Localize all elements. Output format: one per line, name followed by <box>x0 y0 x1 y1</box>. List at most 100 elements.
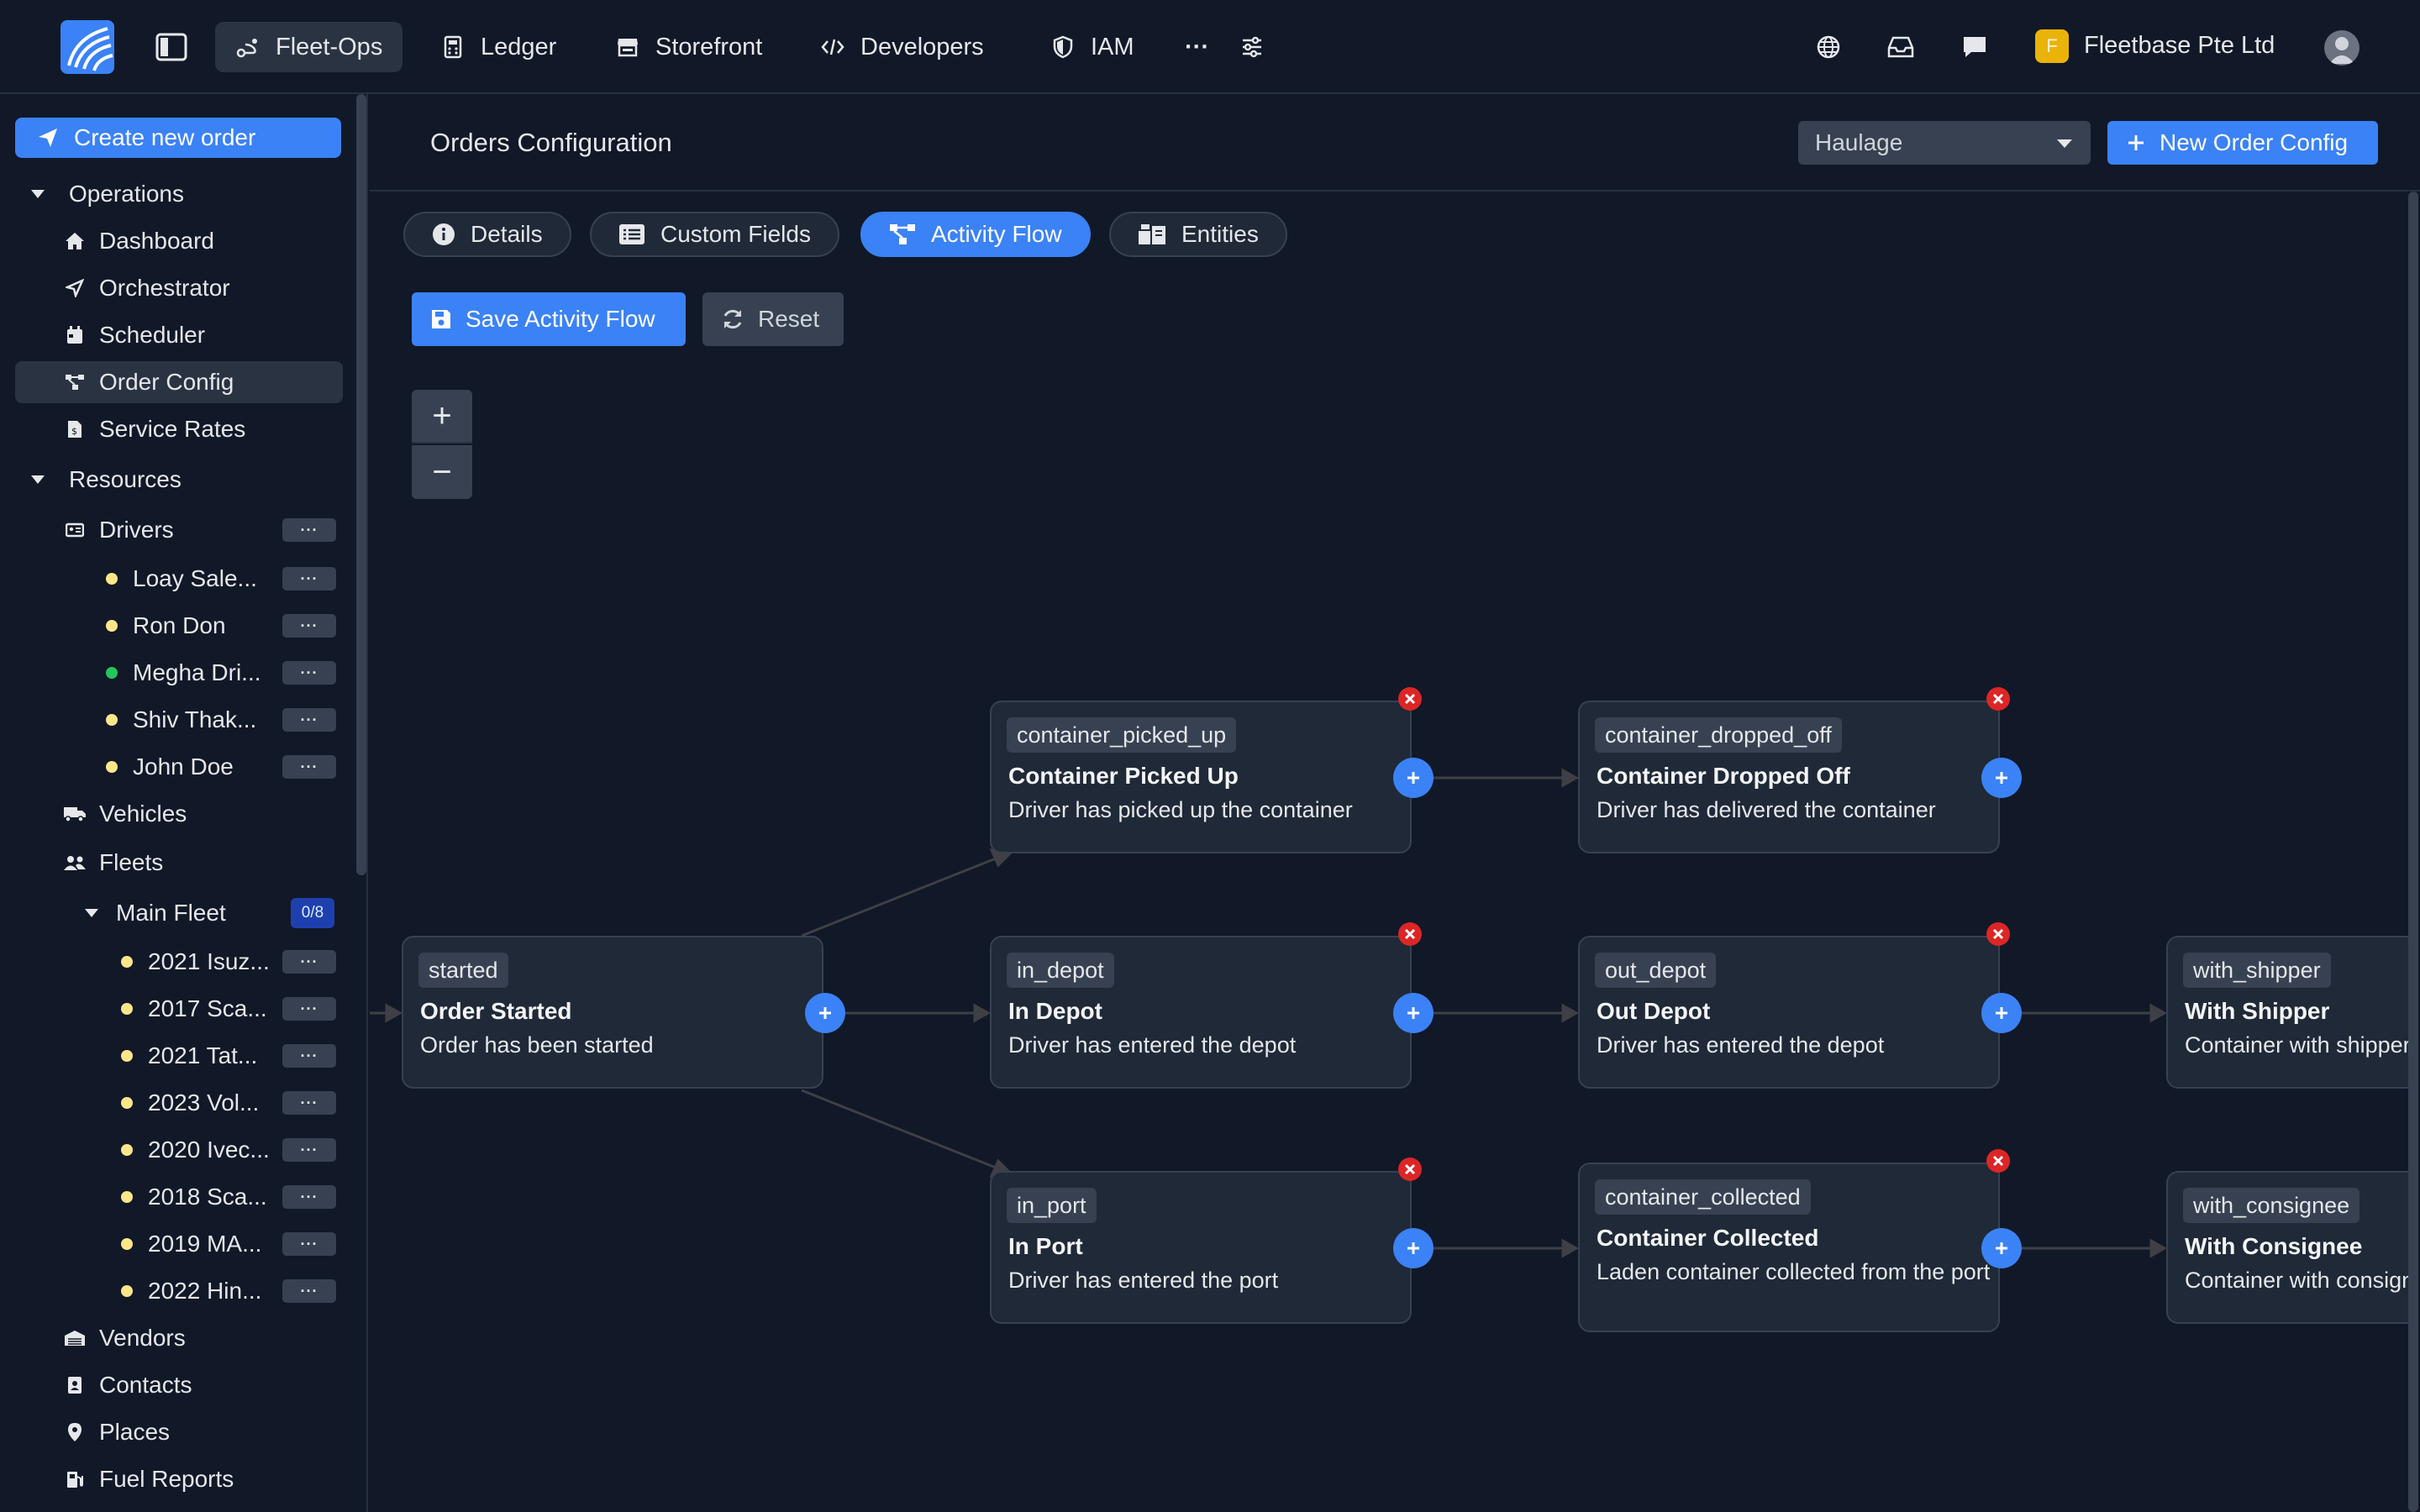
driver-more-button[interactable]: ··· <box>282 661 336 685</box>
flow-node-container-collected[interactable]: container_collected Container Collected … <box>1578 1163 2000 1332</box>
flow-node-out-depot[interactable]: out_depot Out Depot Driver has entered t… <box>1578 936 2000 1089</box>
sidebar-fleet-vehicle[interactable]: 2017 Sca... ··· <box>15 988 343 1030</box>
nav-developers[interactable]: Developers <box>800 22 1004 72</box>
add-activity-plus-icon[interactable] <box>1393 1228 1434 1268</box>
nav-fleet-ops[interactable]: Fleet-Ops <box>215 22 403 72</box>
vehicle-name: 2019 MA... <box>148 1231 262 1257</box>
chat-icon[interactable] <box>1958 30 1991 64</box>
zoom-out-button[interactable]: − <box>412 445 472 499</box>
sidebar-fleet-vehicle[interactable]: 2018 Sca... ··· <box>15 1176 343 1218</box>
sidebar-driver-item[interactable]: Shiv Thak... ··· <box>15 699 343 741</box>
flow-node-container-dropped-off[interactable]: container_dropped_off Container Dropped … <box>1578 701 2000 853</box>
sidebar-fleet-vehicle[interactable]: 2021 Isuz... ··· <box>15 941 343 983</box>
sliders-icon[interactable] <box>1235 30 1269 64</box>
sidebar-item-order-config[interactable]: Order Config <box>15 361 343 403</box>
driver-more-button[interactable]: ··· <box>282 708 336 732</box>
sidebar-section-operations[interactable]: Operations <box>15 173 343 215</box>
vehicle-more-button[interactable]: ··· <box>282 1091 336 1115</box>
sidebar-fleet-vehicle[interactable]: 2019 MA... ··· <box>15 1223 343 1265</box>
sidebar-fleet-main[interactable]: Main Fleet 0/8 <box>15 892 343 934</box>
driver-more-button[interactable]: ··· <box>282 755 336 779</box>
org-avatar[interactable]: F <box>2035 29 2069 63</box>
sidebar-scrollbar[interactable] <box>356 94 366 875</box>
node-description: Driver has delivered the container <box>1597 797 1936 822</box>
create-order-button[interactable]: Create new order <box>15 118 341 158</box>
sidebar-driver-item[interactable]: Ron Don ··· <box>15 605 343 647</box>
node-title: Order Started <box>420 998 572 1024</box>
flow-node-with-shipper[interactable]: with_shipper With Shipper Container with… <box>2166 936 2408 1089</box>
order-type-select[interactable]: Haulage <box>1798 121 2091 165</box>
node-description: Driver has entered the depot <box>1008 1032 1297 1058</box>
sidebar-item-vehicles[interactable]: Vehicles <box>15 793 343 835</box>
add-activity-plus-icon[interactable] <box>1981 758 2022 798</box>
delete-node-x-icon[interactable] <box>1398 1158 1422 1181</box>
vehicle-more-button[interactable]: ··· <box>282 1279 336 1303</box>
canvas-scrollbar[interactable] <box>2408 192 2418 1512</box>
user-avatar[interactable] <box>2324 30 2360 66</box>
delete-node-x-icon[interactable] <box>1398 687 1422 711</box>
sidebar-item-scheduler[interactable]: Scheduler <box>15 314 343 356</box>
tab-entities[interactable]: Entities <box>1109 212 1287 257</box>
sidebar-item-places[interactable]: Places <box>15 1411 343 1453</box>
fleetbase-logo[interactable] <box>60 20 114 74</box>
flow-node-started[interactable]: started Order Started Order has been sta… <box>402 936 823 1089</box>
flow-node-with-consignee[interactable]: with_consignee With Consignee Container … <box>2166 1171 2408 1324</box>
sidebar-item-service-rates[interactable]: $ Service Rates <box>15 408 343 450</box>
save-activity-flow-button[interactable]: Save Activity Flow <box>412 292 686 346</box>
sidebar-fleet-vehicle[interactable]: 2023 Vol... ··· <box>15 1082 343 1124</box>
inbox-icon[interactable] <box>1884 30 1918 64</box>
reset-button[interactable]: Reset <box>702 292 844 346</box>
driver-more-button[interactable]: ··· <box>282 614 336 638</box>
tab-activity-flow[interactable]: Activity Flow <box>860 212 1091 257</box>
add-activity-plus-icon[interactable] <box>1393 993 1434 1033</box>
flow-node-in-port[interactable]: in_port In Port Driver has entered the p… <box>990 1171 1412 1324</box>
vehicle-more-button[interactable]: ··· <box>282 1185 336 1209</box>
add-activity-plus-icon[interactable] <box>1393 758 1434 798</box>
sidebar-fleet-vehicle[interactable]: 2022 Hin... ··· <box>15 1270 343 1312</box>
nav-more-button[interactable]: ··· <box>1165 22 1229 72</box>
vehicle-more-button[interactable]: ··· <box>282 997 336 1021</box>
vehicle-more-button[interactable]: ··· <box>282 1138 336 1162</box>
sidebar-item-vendors[interactable]: Vendors <box>15 1317 343 1359</box>
sidebar-fleet-vehicle[interactable]: 2021 Tat... ··· <box>15 1035 343 1077</box>
sidebar-driver-item[interactable]: Loay Sale... ··· <box>15 558 343 600</box>
delete-node-x-icon[interactable] <box>1398 922 1422 946</box>
drivers-more-button[interactable]: ··· <box>282 518 336 542</box>
new-order-config-button[interactable]: New Order Config <box>2107 121 2378 165</box>
delete-node-x-icon[interactable] <box>1986 687 2010 711</box>
globe-icon[interactable] <box>1812 30 1845 64</box>
sidebar-item-contacts[interactable]: Contacts <box>15 1364 343 1406</box>
plus-icon <box>2128 135 2144 150</box>
sidebar-driver-item[interactable]: Megha Dri... ··· <box>15 652 343 694</box>
sidebar-item-fuel-reports[interactable]: Fuel Reports <box>15 1458 343 1500</box>
tab-details[interactable]: Details <box>403 212 571 257</box>
vehicle-more-button[interactable]: ··· <box>282 1044 336 1068</box>
nav-ledger[interactable]: Ledger <box>420 22 576 72</box>
select-value: Haulage <box>1815 129 1903 155</box>
sidebar-item-dashboard[interactable]: Dashboard <box>15 220 343 262</box>
flow-node-container-picked-up[interactable]: container_picked_up Container Picked Up … <box>990 701 1412 853</box>
nav-label: Storefront <box>655 33 763 60</box>
sidebar-section-resources[interactable]: Resources <box>15 459 343 501</box>
driver-more-button[interactable]: ··· <box>282 567 336 591</box>
flow-node-in-depot[interactable]: in_depot In Depot Driver has entered the… <box>990 936 1412 1089</box>
sidebar-toggle-icon[interactable] <box>155 30 188 64</box>
vehicle-more-button[interactable]: ··· <box>282 950 336 974</box>
add-activity-plus-icon[interactable] <box>1981 1228 2022 1268</box>
sidebar-driver-item[interactable]: John Doe ··· <box>15 746 343 788</box>
sidebar-item-orchestrator[interactable]: Orchestrator <box>15 267 343 309</box>
sidebar-item-drivers[interactable]: Drivers ··· <box>15 509 343 551</box>
add-activity-plus-icon[interactable] <box>805 993 845 1033</box>
delete-node-x-icon[interactable] <box>1986 922 2010 946</box>
sidebar-item-fleets[interactable]: Fleets <box>15 842 343 884</box>
vehicle-more-button[interactable]: ··· <box>282 1232 336 1256</box>
add-activity-plus-icon[interactable] <box>1981 993 2022 1033</box>
delete-node-x-icon[interactable] <box>1986 1149 2010 1173</box>
status-dot <box>121 1050 133 1062</box>
nav-storefront[interactable]: Storefront <box>595 22 782 72</box>
sidebar-fleet-vehicle[interactable]: 2020 Ivec... ··· <box>15 1129 343 1171</box>
zoom-in-button[interactable]: + <box>412 390 472 444</box>
nav-iam[interactable]: IAM <box>1030 22 1155 72</box>
org-name[interactable]: Fleetbase Pte Ltd <box>2084 32 2275 60</box>
tab-custom-fields[interactable]: Custom Fields <box>590 212 839 257</box>
